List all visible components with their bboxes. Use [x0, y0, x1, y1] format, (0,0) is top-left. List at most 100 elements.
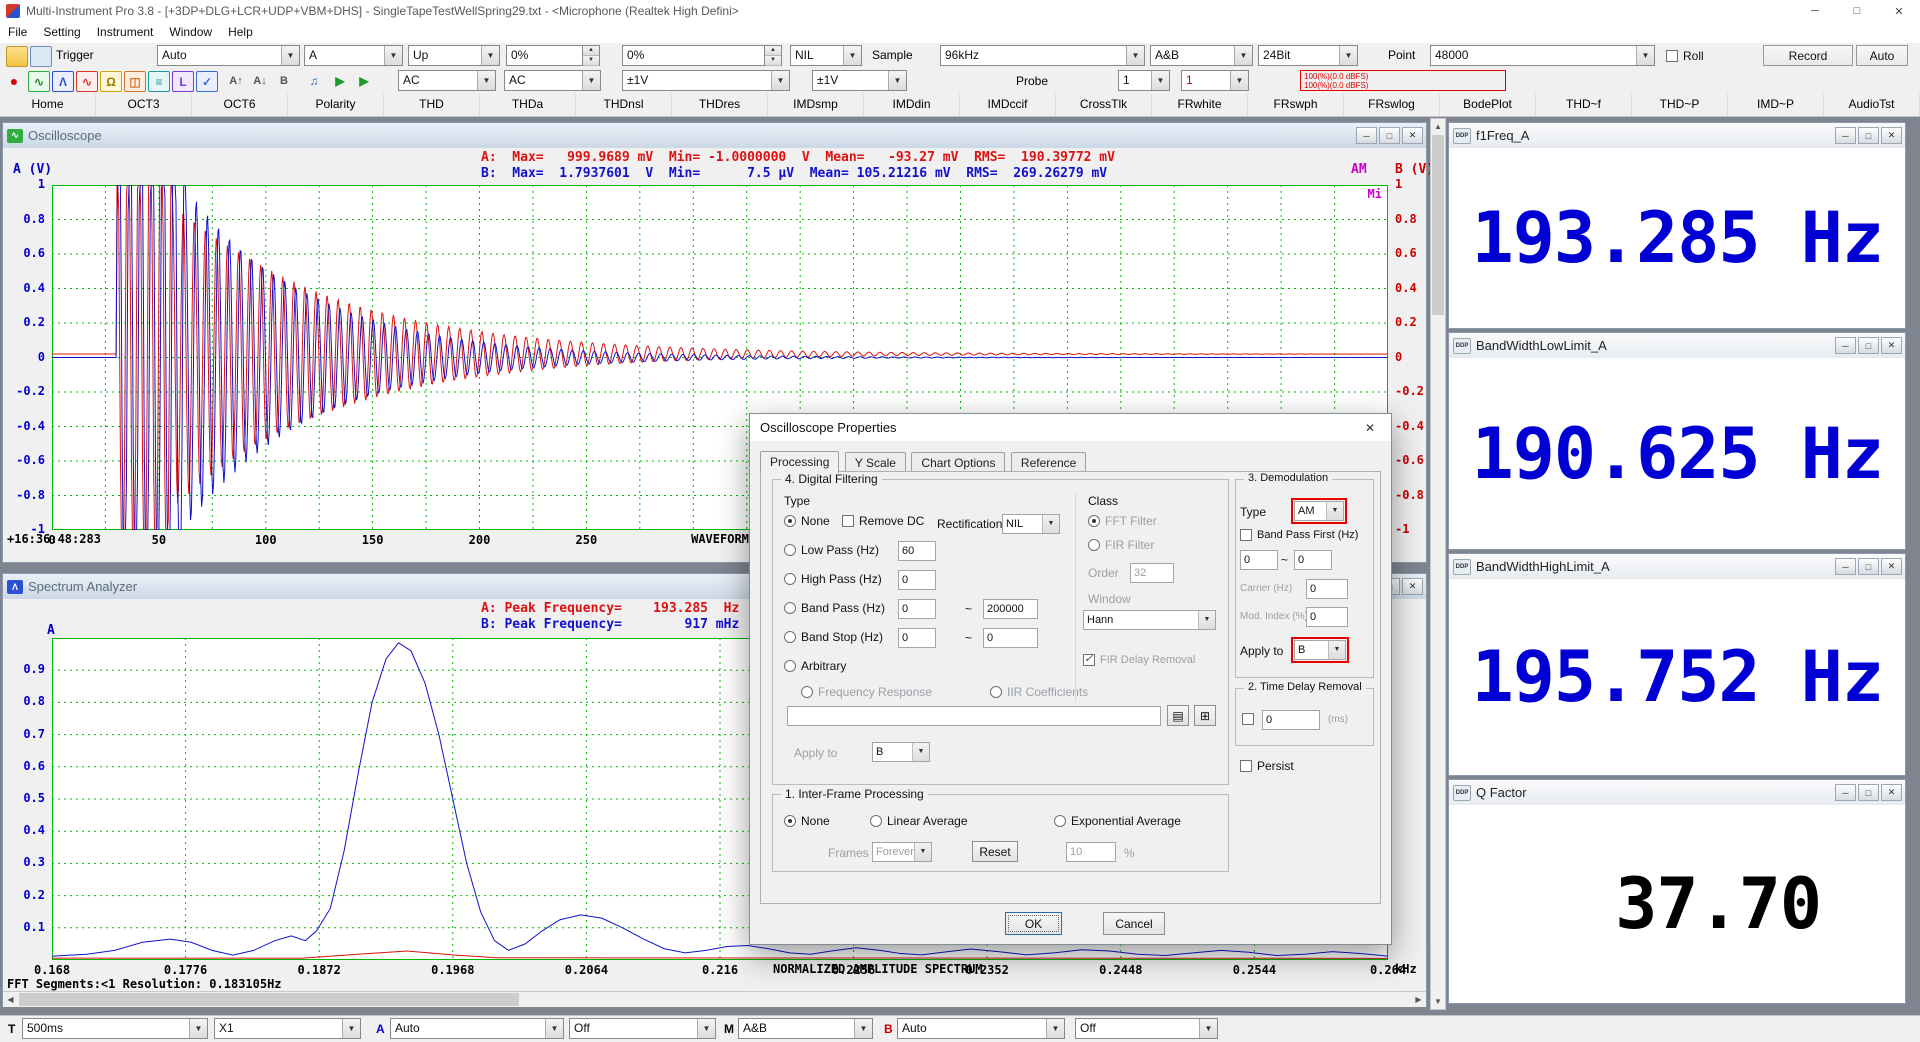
- grid-editor-icon[interactable]: ⊞: [1194, 705, 1216, 726]
- minimize-button[interactable]: ─: [1835, 337, 1856, 354]
- scrollbar-thumb[interactable]: [19, 993, 519, 1006]
- chevron-down-icon[interactable]: ▼: [914, 843, 931, 861]
- demod-bp-to-field[interactable]: 0: [1294, 550, 1332, 570]
- chevron-down-icon[interactable]: ▼: [1328, 641, 1345, 659]
- high-pass-option[interactable]: High Pass (Hz): [784, 572, 882, 586]
- meter-titlebar[interactable]: DDP f1Freq_A ─ □ ✕: [1449, 123, 1905, 148]
- close-button[interactable]: ✕: [1881, 337, 1902, 354]
- low-pass-field[interactable]: 60: [898, 541, 936, 561]
- chevron-down-icon[interactable]: ▼: [1326, 502, 1343, 520]
- band-stop-from-field[interactable]: 0: [898, 628, 936, 648]
- oscilloscope-titlebar[interactable]: ∿ Oscilloscope ─ □ ✕: [3, 123, 1426, 148]
- tab-bodeplot[interactable]: BodePlot: [1440, 94, 1536, 116]
- sample-bits-select[interactable]: 24Bit ▼: [1258, 45, 1358, 66]
- minimize-button[interactable]: ─: [1835, 127, 1856, 144]
- band-stop-to-field[interactable]: 0: [983, 628, 1038, 648]
- record-button[interactable]: Record: [1763, 45, 1853, 66]
- zoom-select[interactable]: X1 ▼: [214, 1018, 361, 1039]
- tab-oct6[interactable]: OCT6: [192, 94, 288, 116]
- filter-apply-to-select[interactable]: B ▼: [872, 742, 930, 762]
- tab-thdres[interactable]: THDres: [672, 94, 768, 116]
- close-button[interactable]: ✕: [1402, 578, 1423, 595]
- frames-select[interactable]: Forever ▼: [872, 842, 932, 862]
- channel-a-mode-select[interactable]: Auto ▼: [390, 1018, 564, 1039]
- remove-dc-option[interactable]: Remove DC: [842, 514, 924, 528]
- signal-generator-icon[interactable]: ∿: [76, 71, 98, 92]
- channel-b-filter-select[interactable]: Off ▼: [1075, 1018, 1218, 1039]
- tab-home[interactable]: Home: [0, 94, 96, 116]
- time-delay-option[interactable]: [1242, 713, 1259, 725]
- iir-coefficients-option[interactable]: IIR Coefficients: [990, 685, 1088, 699]
- math-mode-select[interactable]: A&B ▼: [738, 1018, 873, 1039]
- tab-polarity[interactable]: Polarity: [288, 94, 384, 116]
- channel-b-mode-select[interactable]: Auto ▼: [897, 1018, 1065, 1039]
- trigger-mode-select[interactable]: Auto ▼: [157, 45, 300, 66]
- font-smaller-icon[interactable]: A↓: [250, 71, 270, 90]
- mod-index-field[interactable]: 0: [1306, 607, 1348, 627]
- reset-button[interactable]: Reset: [972, 841, 1018, 862]
- open-file-icon[interactable]: [6, 46, 28, 67]
- roll-checkbox[interactable]: [1666, 50, 1678, 62]
- low-pass-option[interactable]: Low Pass (Hz): [784, 543, 879, 557]
- tab-thd~f[interactable]: THD~f: [1536, 94, 1632, 116]
- points-select[interactable]: 48000 ▼: [1430, 45, 1655, 66]
- auto-button[interactable]: Auto: [1856, 45, 1908, 66]
- low-pass-radio[interactable]: [784, 544, 796, 556]
- arbitrary-radio[interactable]: [784, 660, 796, 672]
- high-pass-radio[interactable]: [784, 573, 796, 585]
- scroll-up-icon[interactable]: ▲: [1431, 119, 1445, 134]
- chevron-down-icon[interactable]: ▼: [281, 46, 299, 65]
- tab-oct3[interactable]: OCT3: [96, 94, 192, 116]
- chevron-down-icon[interactable]: ▼: [481, 46, 499, 65]
- chevron-down-icon[interactable]: ▼: [189, 1019, 207, 1038]
- horizontal-scrollbar[interactable]: ◀ ▶: [3, 991, 1426, 1007]
- meter-titlebar[interactable]: DDP BandWidthHighLimit_A ─ □ ✕: [1449, 554, 1905, 579]
- linear-average-radio[interactable]: [870, 815, 882, 827]
- tab-y-scale[interactable]: Y Scale: [845, 452, 906, 473]
- tab-thd[interactable]: THD: [384, 94, 480, 116]
- lcr-meter-icon[interactable]: L: [172, 71, 194, 92]
- tab-frwhite[interactable]: FRwhite: [1152, 94, 1248, 116]
- fir-delay-removal-option[interactable]: FIR Delay Removal: [1083, 654, 1195, 666]
- device-test-plan-icon[interactable]: ✓: [196, 71, 218, 92]
- view-manager-icon[interactable]: [30, 46, 52, 67]
- filter-none-option[interactable]: None: [784, 514, 830, 528]
- scroll-down-icon[interactable]: ▼: [1431, 994, 1445, 1009]
- oscilloscope-icon[interactable]: ∿: [28, 71, 50, 92]
- menu-help[interactable]: Help: [220, 22, 261, 43]
- band-pass-option[interactable]: Band Pass (Hz): [784, 601, 885, 615]
- high-pass-field[interactable]: 0: [898, 570, 936, 590]
- coupling-b-select[interactable]: AC ▼: [504, 70, 601, 91]
- channel-a-filter-select[interactable]: Off ▼: [569, 1018, 716, 1039]
- scrollbar-thumb[interactable]: [1432, 135, 1444, 315]
- browse-folder-icon[interactable]: ▤: [1167, 705, 1189, 726]
- range-a-select[interactable]: ±1V ▼: [622, 70, 790, 91]
- spectrum-analyzer-icon[interactable]: Λ: [52, 71, 74, 92]
- close-button[interactable]: ✕: [1881, 558, 1902, 575]
- close-icon[interactable]: ✕: [1349, 414, 1391, 441]
- chevron-down-icon[interactable]: ▼: [1234, 46, 1252, 65]
- chevron-down-icon[interactable]: ▼: [1126, 46, 1144, 65]
- tab-thda[interactable]: THDa: [480, 94, 576, 116]
- band-stop-option[interactable]: Band Stop (Hz): [784, 630, 883, 644]
- tab-frswlog[interactable]: FRswlog: [1344, 94, 1440, 116]
- restore-button[interactable]: □: [1379, 127, 1400, 144]
- chevron-down-icon[interactable]: ▼: [477, 71, 495, 90]
- frequency-response-radio[interactable]: [801, 686, 813, 698]
- multimeter-icon[interactable]: Ω: [100, 71, 122, 92]
- exp-average-field[interactable]: 10: [1066, 842, 1116, 862]
- range-b-select[interactable]: ±1V ▼: [812, 70, 907, 91]
- exponential-average-radio[interactable]: [1054, 815, 1066, 827]
- time-delay-field[interactable]: 0: [1262, 710, 1320, 730]
- trigger-level-stepper[interactable]: 0% ▲▼: [506, 45, 600, 66]
- band-pass-from-field[interactable]: 0: [898, 599, 936, 619]
- spin-down-icon[interactable]: ▼: [583, 56, 599, 66]
- spin-down-icon[interactable]: ▼: [765, 56, 781, 66]
- frequency-response-option[interactable]: Frequency Response: [801, 685, 932, 699]
- close-button[interactable]: ✕: [1878, 0, 1920, 22]
- chevron-down-icon[interactable]: ▼: [1230, 71, 1248, 90]
- tab-imdsmp[interactable]: IMDsmp: [768, 94, 864, 116]
- tab-processing[interactable]: Processing: [760, 451, 839, 473]
- sample-rate-select[interactable]: 96kHz ▼: [940, 45, 1145, 66]
- tab-crosstlk[interactable]: CrossTlk: [1056, 94, 1152, 116]
